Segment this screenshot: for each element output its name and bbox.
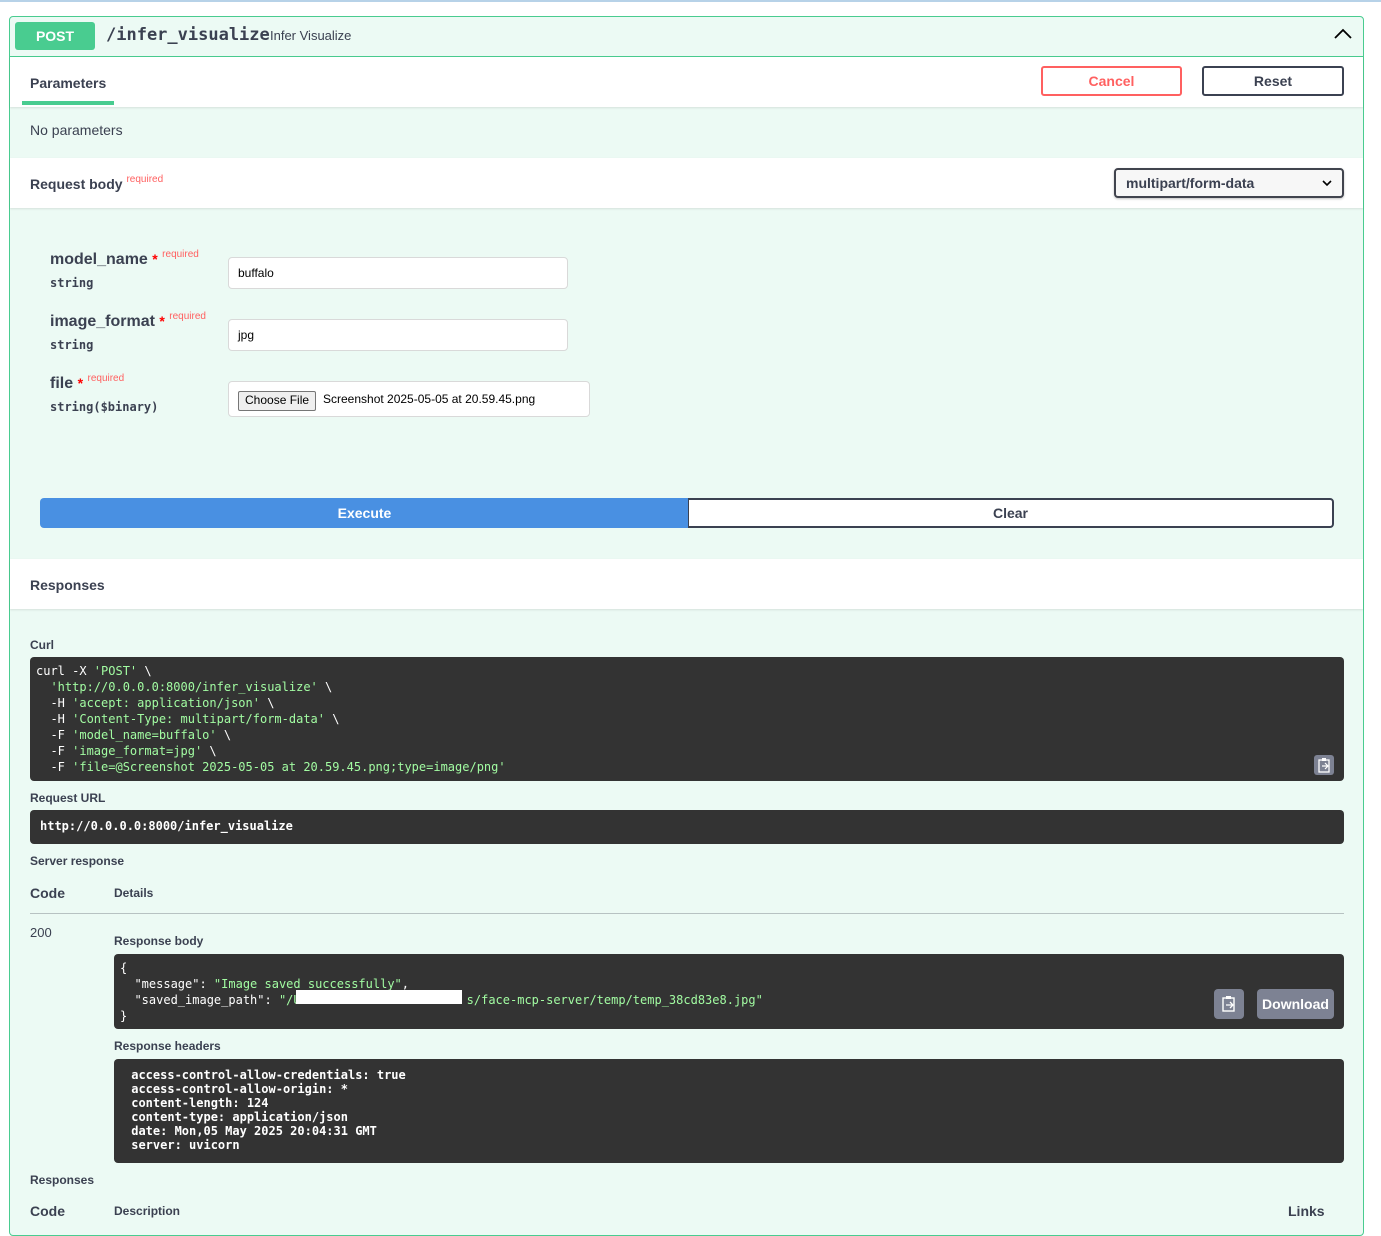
chevron-down-icon xyxy=(1322,180,1332,187)
request-body-required-tag: required xyxy=(126,174,164,185)
request-body-title: Request body xyxy=(30,176,123,192)
curl-line: -F 'image_format=jpg' \ xyxy=(36,744,217,758)
request-url-block[interactable]: http://0.0.0.0:8000/infer_visualize xyxy=(30,810,1344,844)
curl-line: 'http://0.0.0.0:8000/infer_visualize' \ xyxy=(50,680,333,694)
request-url-label: Request URL xyxy=(30,791,106,805)
curl-line: -H 'accept: application/json' \ xyxy=(36,696,275,710)
clipboard-icon xyxy=(1222,996,1235,1012)
operation-description: Infer Visualize xyxy=(270,28,352,43)
response-body-line: } xyxy=(120,1009,128,1023)
responses-header: Responses xyxy=(10,559,1363,609)
response-body-label: Response body xyxy=(114,934,204,948)
required-star: * xyxy=(152,251,158,267)
required-tag: required xyxy=(87,373,125,384)
required-tag: required xyxy=(162,249,199,260)
chevron-up-icon[interactable] xyxy=(1332,23,1354,45)
copy-curl-button[interactable] xyxy=(1314,755,1334,775)
responses-description-header: Description xyxy=(114,1204,181,1218)
operation-summary[interactable]: POST /infer_visualize Infer Visualize xyxy=(10,17,1363,57)
field-type-model-name: string xyxy=(50,276,94,290)
cancel-button[interactable]: Cancel xyxy=(1041,66,1182,96)
content-type-select[interactable]: multipart/form-data xyxy=(1114,168,1344,198)
response-header-line: access-control-allow-credentials: true xyxy=(124,1068,413,1082)
field-label-file: file * required xyxy=(50,373,125,393)
required-star: * xyxy=(77,375,84,391)
clipboard-icon xyxy=(1318,758,1330,773)
parameters-header: Parameters Cancel Reset xyxy=(10,57,1363,107)
response-header-line: access-control-allow-origin: * xyxy=(124,1082,356,1096)
tab-active-indicator xyxy=(22,101,114,105)
curl-line: -H 'Content-Type: multipart/form-data' \ xyxy=(36,712,340,726)
server-response-label: Server response xyxy=(30,854,125,868)
reset-button[interactable]: Reset xyxy=(1202,66,1344,96)
operation-block-post-infer-visualize: POST /infer_visualize Infer Visualize Pa… xyxy=(9,16,1364,1236)
choose-file-button[interactable]: Choose File xyxy=(238,391,317,411)
response-headers-block[interactable]: access-control-allow-credentials: true a… xyxy=(114,1059,1344,1163)
field-label-image-format: image_format * required xyxy=(50,311,206,331)
curl-line: curl -X 'POST' \ xyxy=(36,664,152,678)
top-divider xyxy=(0,0,1381,2)
curl-label: Curl xyxy=(30,638,54,652)
operation-path: /infer_visualize xyxy=(106,25,270,45)
curl-line: -F 'model_name=buffalo' \ xyxy=(36,728,232,742)
http-method-badge: POST xyxy=(15,22,95,50)
response-header-line: content-type: application/json xyxy=(124,1110,356,1124)
clear-button[interactable]: Clear xyxy=(688,498,1334,528)
request-url-value: http://0.0.0.0:8000/infer_visualize xyxy=(40,819,293,833)
model-name-input[interactable]: buffalo xyxy=(228,257,568,289)
response-header-line: server: uvicorn xyxy=(124,1138,247,1152)
details-column-header: Details xyxy=(114,886,154,900)
required-star: * xyxy=(159,313,165,329)
response-header-line: content-length: 124 xyxy=(124,1096,276,1110)
content-type-value: multipart/form-data xyxy=(1126,175,1255,191)
table-header-divider xyxy=(30,913,1344,914)
curl-code-block[interactable]: curl -X 'POST' \ 'http://0.0.0.0:8000/in… xyxy=(30,657,1344,781)
image-format-input[interactable]: jpg xyxy=(228,319,568,351)
response-header-line: date: Mon,05 May 2025 20:04:31 GMT xyxy=(124,1124,385,1138)
responses-links-header: Links xyxy=(1288,1203,1325,1219)
required-tag: required xyxy=(169,311,206,322)
download-button[interactable]: Download xyxy=(1257,989,1334,1019)
field-name: model_name xyxy=(50,251,148,268)
response-status-code: 200 xyxy=(30,925,52,940)
field-type-file: string($binary) xyxy=(50,400,159,414)
responses-code-header: Code xyxy=(30,1203,65,1219)
execute-button[interactable]: Execute xyxy=(40,498,689,528)
responses-footer-title: Responses xyxy=(30,1173,95,1187)
field-label-model-name: model_name * required xyxy=(50,249,199,269)
field-name: image_format xyxy=(50,313,155,330)
file-input: Choose File Screenshot 2025-05-05 at 20.… xyxy=(228,381,590,417)
response-body-line: { xyxy=(120,961,128,975)
code-column-header: Code xyxy=(30,885,65,901)
response-headers-label: Response headers xyxy=(114,1039,221,1053)
copy-response-button[interactable] xyxy=(1214,989,1244,1019)
tab-parameters[interactable]: Parameters xyxy=(30,75,106,91)
no-parameters-text: No parameters xyxy=(30,122,123,138)
responses-title: Responses xyxy=(30,577,105,593)
selected-file-name: Screenshot 2025-05-05 at 20.59.45.png xyxy=(323,392,536,406)
curl-line: -F 'file=@Screenshot 2025-05-05 at 20.59… xyxy=(36,760,506,774)
redaction-box xyxy=(296,990,462,1004)
field-name: file xyxy=(50,375,74,392)
field-type-image-format: string xyxy=(50,338,94,352)
